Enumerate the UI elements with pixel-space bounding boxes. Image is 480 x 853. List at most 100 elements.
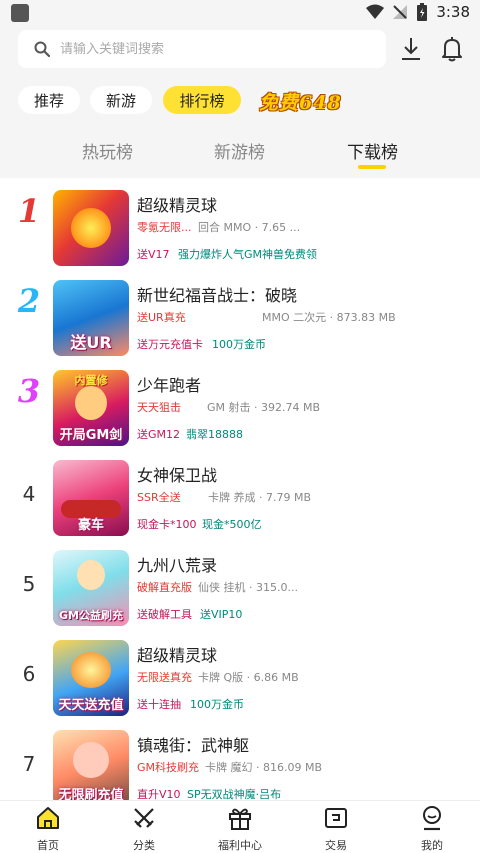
thumbnail-caption: GM公益刷充 [59, 609, 123, 622]
status-time: 3:38 [436, 3, 470, 21]
game-meta: MMO 二次元 · 873.83 MB [262, 311, 396, 324]
home-icon [37, 807, 59, 829]
game-row[interactable]: 1 超级精灵球 零氪无限... 回合 MMO · 7.65 ... 送V17 强… [0, 178, 480, 268]
search-bar[interactable] [18, 30, 386, 68]
gift-tag: 翡翠18888 [186, 428, 243, 441]
rank-number: 7 [22, 752, 36, 776]
thumbnail-caption: 开局GM剑 [59, 428, 123, 443]
thumbnail-caption: 天天送充值 [58, 698, 124, 713]
nav-home[interactable]: 首页 [0, 801, 96, 853]
promo-tag: 送UR真充 [137, 311, 186, 324]
thumbnail-art [71, 208, 111, 248]
gift-tag: 100万金币 [212, 338, 266, 351]
tab-recommend[interactable]: 推荐 [18, 86, 80, 114]
search-icon [34, 41, 50, 57]
nav-label: 首页 [37, 839, 59, 852]
profile-icon [423, 806, 441, 831]
wifi-icon [366, 4, 385, 19]
ranking-tabs: 热玩榜 新游榜 下载榜 [0, 122, 480, 178]
game-meta: 仙侠 挂机 · 315.0... [198, 581, 298, 594]
game-meta: GM 射击 · 392.74 MB [207, 401, 321, 414]
nav-welfare-center[interactable]: 福利中心 [192, 801, 288, 853]
game-thumbnail[interactable]: 内置修 开局GM剑 [53, 370, 129, 446]
game-title[interactable]: 新世纪福音战士：破晓 [137, 282, 297, 306]
thumbnail-caption: 送UR [70, 333, 112, 352]
gift-tag: 送破解工具 [137, 608, 192, 621]
tab-hot-ranking[interactable]: 热玩榜 [82, 138, 133, 163]
promo-tag: 零氪无限... [137, 221, 192, 234]
game-thumbnail[interactable]: GM公益刷充 [53, 550, 129, 626]
game-title[interactable]: 女神保卫战 [137, 462, 217, 486]
game-title[interactable]: 九州八荒录 [137, 552, 217, 576]
game-row[interactable]: 7 无限刷充值 镇魂街：武神躯 GM科技刷充 卡牌 魔幻 · 816.09 MB… [0, 718, 480, 800]
game-title[interactable]: 少年跑者 [137, 372, 201, 396]
game-row[interactable]: 6 天天送充值 超级精灵球 无限送真充 卡牌 Q版 · 6.86 MB 送十连抽… [0, 628, 480, 718]
rank-number: 5 [22, 572, 36, 596]
nav-profile[interactable]: 我的 [384, 801, 480, 853]
active-tab-indicator [358, 165, 386, 169]
game-thumbnail[interactable] [53, 190, 129, 266]
game-thumbnail[interactable]: 豪车 [53, 460, 129, 536]
download-button[interactable] [398, 36, 424, 62]
game-row[interactable]: 2 送UR 新世纪福音战士：破晓 送UR真充 MMO 二次元 · 873.83 … [0, 268, 480, 358]
game-meta: 卡牌 养成 · 7.79 MB [208, 491, 312, 504]
app-notification-icon [11, 4, 29, 22]
game-row[interactable]: 4 豪车 女神保卫战 SSR全送 卡牌 养成 · 7.79 MB 现金卡*100… [0, 448, 480, 538]
nav-label: 我的 [421, 839, 443, 852]
promo-tag: 天天狙击 [137, 401, 181, 414]
nav-trade[interactable]: 交易 [288, 801, 384, 853]
game-meta: 回合 MMO · 7.65 ... [198, 221, 301, 234]
gift-tag: SP无双战神魔·吕布 [187, 788, 282, 800]
status-bar: 3:38 [0, 0, 480, 26]
no-signal-icon [393, 5, 408, 19]
promo-tag: GM科技刷充 [137, 761, 200, 774]
gift-tag: 100万金币 [190, 698, 244, 711]
thumbnail-caption: 无限刷充值 [58, 788, 124, 800]
rank-number: 1 [17, 192, 41, 230]
game-list: 1 超级精灵球 零氪无限... 回合 MMO · 7.65 ... 送V17 强… [0, 178, 480, 800]
bottom-navigation: 首页 分类 福利中心 交易 我的 [0, 800, 480, 853]
nav-label: 福利中心 [218, 839, 262, 852]
thumbnail-art [75, 386, 107, 420]
rank-number: 3 [17, 372, 41, 410]
gift-tag: 强力爆炸人气GM神兽免费领 [178, 248, 318, 261]
game-row[interactable]: 5 GM公益刷充 九州八荒录 破解直充版 仙侠 挂机 · 315.0... 送破… [0, 538, 480, 628]
gift-tag: 现金*500亿 [202, 518, 262, 531]
gift-tag: 现金卡*100 [137, 518, 197, 531]
battery-icon [417, 3, 428, 21]
gift-tag: 送V17 [137, 248, 170, 261]
tab-new-ranking[interactable]: 新游榜 [214, 138, 265, 163]
rank-number: 2 [17, 282, 41, 320]
bell-icon [442, 37, 462, 62]
game-thumbnail[interactable]: 天天送充值 [53, 640, 129, 716]
rank-number: 6 [22, 662, 36, 686]
notification-button[interactable] [440, 36, 464, 62]
tab-new-games[interactable]: 新游 [90, 86, 152, 114]
promo-banner[interactable]: 免费648 [259, 88, 342, 115]
gift-tag: 送VIP10 [200, 608, 243, 621]
game-title[interactable]: 超级精灵球 [137, 192, 217, 216]
status-indicators: 3:38 [366, 3, 470, 21]
gift-icon [229, 808, 251, 830]
gift-tag: 直升V10 [137, 788, 181, 800]
rank-number: 4 [22, 482, 36, 506]
thumbnail-art [71, 652, 111, 688]
tab-rankings[interactable]: 排行榜 [163, 86, 241, 114]
download-icon [402, 38, 420, 60]
game-thumbnail[interactable]: 无限刷充值 [53, 730, 129, 800]
game-title[interactable]: 超级精灵球 [137, 642, 217, 666]
game-row[interactable]: 3 内置修 开局GM剑 少年跑者 天天狙击 GM 射击 · 392.74 MB … [0, 358, 480, 448]
nav-label: 交易 [325, 839, 347, 852]
search-input[interactable] [60, 41, 340, 57]
thumbnail-caption: 豪车 [77, 518, 104, 533]
nav-categories[interactable]: 分类 [96, 801, 192, 853]
game-meta: 卡牌 魔幻 · 816.09 MB [205, 761, 323, 774]
tab-download-ranking[interactable]: 下载榜 [347, 138, 398, 163]
promo-tag: SSR全送 [137, 491, 181, 504]
promo-tag: 破解直充版 [137, 581, 192, 594]
gift-tag: 送GM12 [137, 428, 181, 441]
game-title[interactable]: 镇魂街：武神躯 [137, 732, 249, 756]
game-meta: 卡牌 Q版 · 6.86 MB [198, 671, 299, 684]
game-thumbnail[interactable]: 送UR [53, 280, 129, 356]
swords-icon [134, 808, 154, 828]
